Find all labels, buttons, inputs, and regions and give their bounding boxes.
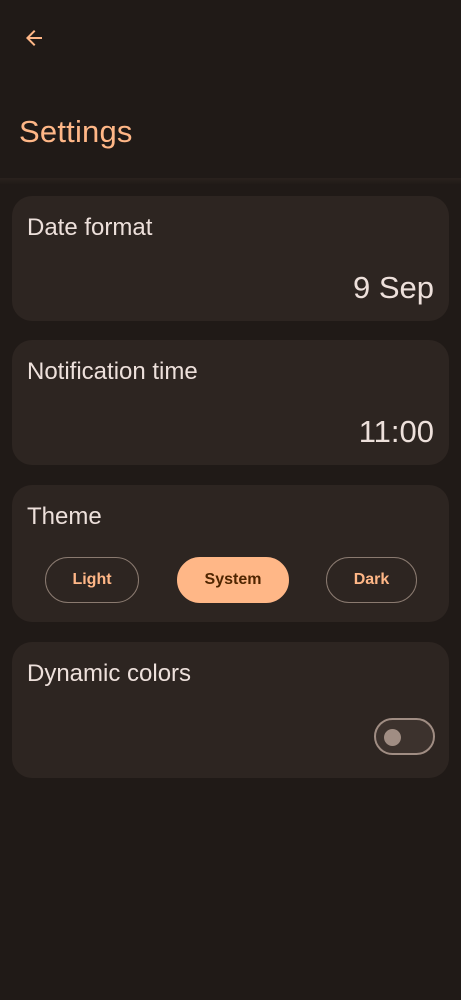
theme-setting: Theme Light System Dark <box>12 485 449 622</box>
theme-option-dark[interactable]: Dark <box>326 557 417 603</box>
toggle-thumb <box>384 728 401 746</box>
notification-time-setting[interactable]: Notification time 11:00 <box>12 340 449 465</box>
header-divider <box>0 178 461 184</box>
theme-option-system[interactable]: System <box>177 557 289 603</box>
date-format-setting[interactable]: Date format 9 Sep <box>12 196 449 321</box>
notification-time-label: Notification time <box>27 358 198 385</box>
dynamic-colors-toggle[interactable] <box>374 718 435 755</box>
back-button[interactable] <box>14 18 54 58</box>
theme-label: Theme <box>27 503 102 530</box>
dynamic-colors-setting: Dynamic colors <box>12 642 449 778</box>
dynamic-colors-label: Dynamic colors <box>27 660 192 687</box>
notification-time-value: 11:00 <box>358 414 434 449</box>
date-format-value: 9 Sep <box>352 270 434 305</box>
theme-option-light[interactable]: Light <box>45 557 139 603</box>
page-title: Settings <box>19 114 133 149</box>
date-format-label: Date format <box>27 214 153 241</box>
arrow-back-icon <box>26 30 42 46</box>
top-app-bar: Settings <box>0 0 461 180</box>
